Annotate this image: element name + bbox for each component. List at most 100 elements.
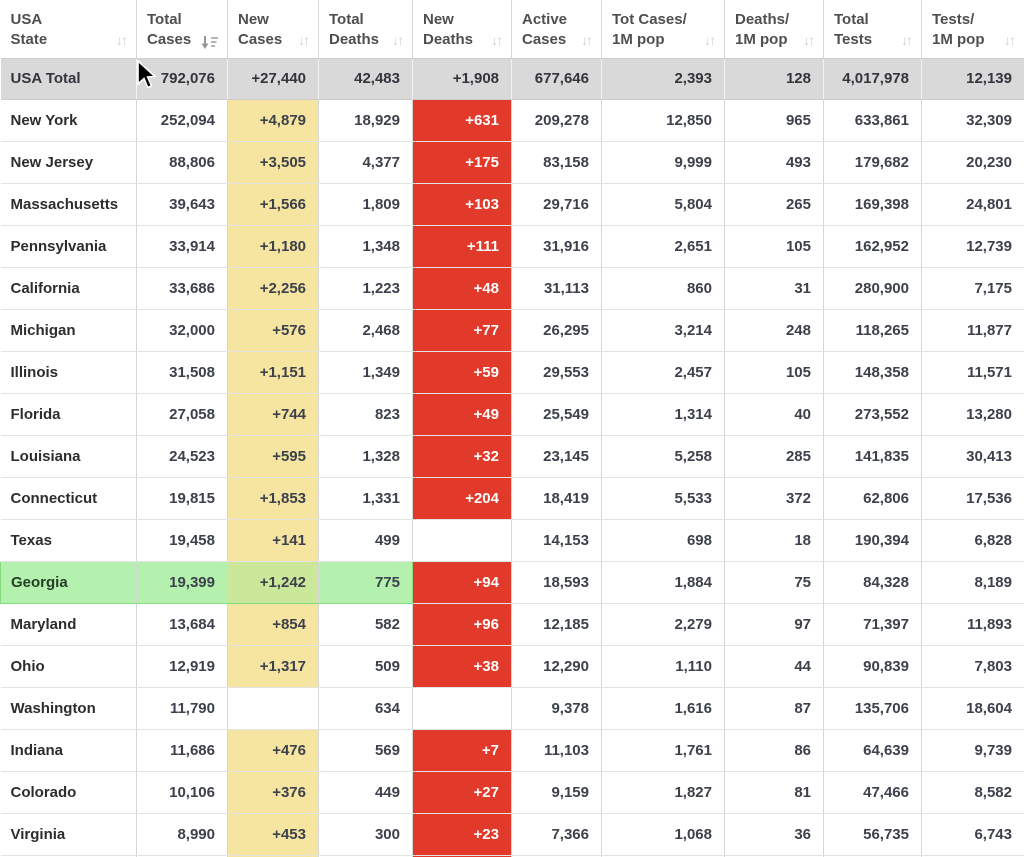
tests-per-1m-cell: 6,743 <box>922 813 1024 855</box>
new-deaths-cell: +38 <box>413 645 512 687</box>
column-header-usa-state[interactable]: USAState↓↑ <box>1 0 137 58</box>
new-cases-cell: +453 <box>228 813 319 855</box>
tests-per-1m-cell: 17,536 <box>922 477 1024 519</box>
total-tests-cell: 141,835 <box>824 435 922 477</box>
total-deaths-cell: 42,483 <box>319 58 413 99</box>
header-label: Deaths <box>329 30 379 50</box>
state-name: Florida <box>1 393 137 435</box>
sort-icon[interactable]: ↓↑ <box>704 30 716 50</box>
table-row-indiana: Indiana 11,686 +476 569 +7 11,103 1,761 … <box>1 729 1024 771</box>
sort-icon[interactable]: ↓↑ <box>116 30 128 50</box>
deaths-per-1m-cell: 87 <box>725 687 824 729</box>
header-label: Deaths <box>423 30 473 50</box>
total-tests-cell: 90,839 <box>824 645 922 687</box>
header-label: 1M pop <box>735 30 789 50</box>
active-cases-cell: 14,153 <box>512 519 602 561</box>
cases-per-1m-cell: 2,651 <box>602 225 725 267</box>
active-cases-cell: 209,278 <box>512 99 602 141</box>
column-header-active-cases[interactable]: ActiveCases↓↑ <box>512 0 602 58</box>
new-cases-cell: +1,317 <box>228 645 319 687</box>
total-tests-cell: 162,952 <box>824 225 922 267</box>
sort-icon[interactable]: ↓↑ <box>298 30 310 50</box>
state-name: USA Total <box>1 58 137 99</box>
deaths-per-1m-cell: 285 <box>725 435 824 477</box>
tests-per-1m-cell: 7,803 <box>922 645 1024 687</box>
table-row-new-jersey: New Jersey 88,806 +3,505 4,377 +175 83,1… <box>1 141 1024 183</box>
sort-icon[interactable]: ↓↑ <box>901 30 913 50</box>
sort-icon[interactable]: ↓↑ <box>581 30 593 50</box>
total-deaths-cell: 1,348 <box>319 225 413 267</box>
active-cases-cell: 11,103 <box>512 729 602 771</box>
state-name: California <box>1 267 137 309</box>
column-header-total-tests[interactable]: TotalTests↓↑ <box>824 0 922 58</box>
new-cases-cell: +1,853 <box>228 477 319 519</box>
column-header-new-cases[interactable]: NewCases↓↑ <box>228 0 319 58</box>
sort-descending-active-icon[interactable] <box>201 35 219 50</box>
state-name: Texas <box>1 519 137 561</box>
total-cases-cell: 8,990 <box>137 813 228 855</box>
deaths-per-1m-cell: 18 <box>725 519 824 561</box>
total-deaths-cell: 300 <box>319 813 413 855</box>
tests-per-1m-cell: 9,739 <box>922 729 1024 771</box>
cases-per-1m-cell: 2,393 <box>602 58 725 99</box>
header-label: Total <box>147 10 191 30</box>
cases-per-1m-cell: 1,110 <box>602 645 725 687</box>
deaths-per-1m-cell: 265 <box>725 183 824 225</box>
sort-icon[interactable]: ↓↑ <box>392 30 404 50</box>
table-row-ohio: Ohio 12,919 +1,317 509 +38 12,290 1,110 … <box>1 645 1024 687</box>
column-header-tests-per-1m[interactable]: Tests/1M pop↓↑ <box>922 0 1024 58</box>
total-cases-cell: 19,399 <box>137 561 228 603</box>
table-row-new-york: New York 252,094 +4,879 18,929 +631 209,… <box>1 99 1024 141</box>
total-tests-cell: 135,706 <box>824 687 922 729</box>
column-header-deaths-per-1m[interactable]: Deaths/1M pop↓↑ <box>725 0 824 58</box>
new-deaths-cell: +59 <box>413 351 512 393</box>
new-cases-cell: +3,505 <box>228 141 319 183</box>
deaths-per-1m-cell: 105 <box>725 351 824 393</box>
new-cases-cell: +1,151 <box>228 351 319 393</box>
new-deaths-cell: +1,908 <box>413 58 512 99</box>
tests-per-1m-cell: 11,877 <box>922 309 1024 351</box>
total-deaths-cell: 582 <box>319 603 413 645</box>
total-deaths-cell: 634 <box>319 687 413 729</box>
new-cases-cell: +744 <box>228 393 319 435</box>
new-deaths-cell: +175 <box>413 141 512 183</box>
header-label: Active <box>522 10 567 30</box>
new-deaths-cell: +94 <box>413 561 512 603</box>
new-cases-cell: +1,180 <box>228 225 319 267</box>
header-label: Total <box>834 10 872 30</box>
column-header-new-deaths[interactable]: NewDeaths↓↑ <box>413 0 512 58</box>
column-header-total-cases[interactable]: TotalCases <box>137 0 228 58</box>
tests-per-1m-cell: 7,175 <box>922 267 1024 309</box>
sort-icon[interactable]: ↓↑ <box>1004 30 1016 50</box>
active-cases-cell: 29,716 <box>512 183 602 225</box>
new-cases-cell: +141 <box>228 519 319 561</box>
deaths-per-1m-cell: 31 <box>725 267 824 309</box>
tests-per-1m-cell: 8,189 <box>922 561 1024 603</box>
active-cases-cell: 12,185 <box>512 603 602 645</box>
new-deaths-cell: +111 <box>413 225 512 267</box>
table-row-louisiana: Louisiana 24,523 +595 1,328 +32 23,145 5… <box>1 435 1024 477</box>
active-cases-cell: 18,593 <box>512 561 602 603</box>
header-label: State <box>11 30 48 50</box>
sort-icon[interactable]: ↓↑ <box>803 30 815 50</box>
table-row-maryland: Maryland 13,684 +854 582 +96 12,185 2,27… <box>1 603 1024 645</box>
deaths-per-1m-cell: 75 <box>725 561 824 603</box>
state-name: Illinois <box>1 351 137 393</box>
new-deaths-cell: +96 <box>413 603 512 645</box>
new-deaths-cell: +103 <box>413 183 512 225</box>
new-cases-cell: +376 <box>228 771 319 813</box>
cases-per-1m-cell: 2,457 <box>602 351 725 393</box>
total-cases-cell: 33,914 <box>137 225 228 267</box>
total-deaths-cell: 1,223 <box>319 267 413 309</box>
active-cases-cell: 83,158 <box>512 141 602 183</box>
new-deaths-cell <box>413 687 512 729</box>
new-cases-cell: +27,440 <box>228 58 319 99</box>
table-row-colorado: Colorado 10,106 +376 449 +27 9,159 1,827… <box>1 771 1024 813</box>
sort-icon[interactable]: ↓↑ <box>491 30 503 50</box>
column-header-cases-per-1m[interactable]: Tot Cases/1M pop↓↑ <box>602 0 725 58</box>
column-header-total-deaths[interactable]: TotalDeaths↓↑ <box>319 0 413 58</box>
total-cases-cell: 10,106 <box>137 771 228 813</box>
table-row-florida: Florida 27,058 +744 823 +49 25,549 1,314… <box>1 393 1024 435</box>
active-cases-cell: 25,549 <box>512 393 602 435</box>
deaths-per-1m-cell: 965 <box>725 99 824 141</box>
